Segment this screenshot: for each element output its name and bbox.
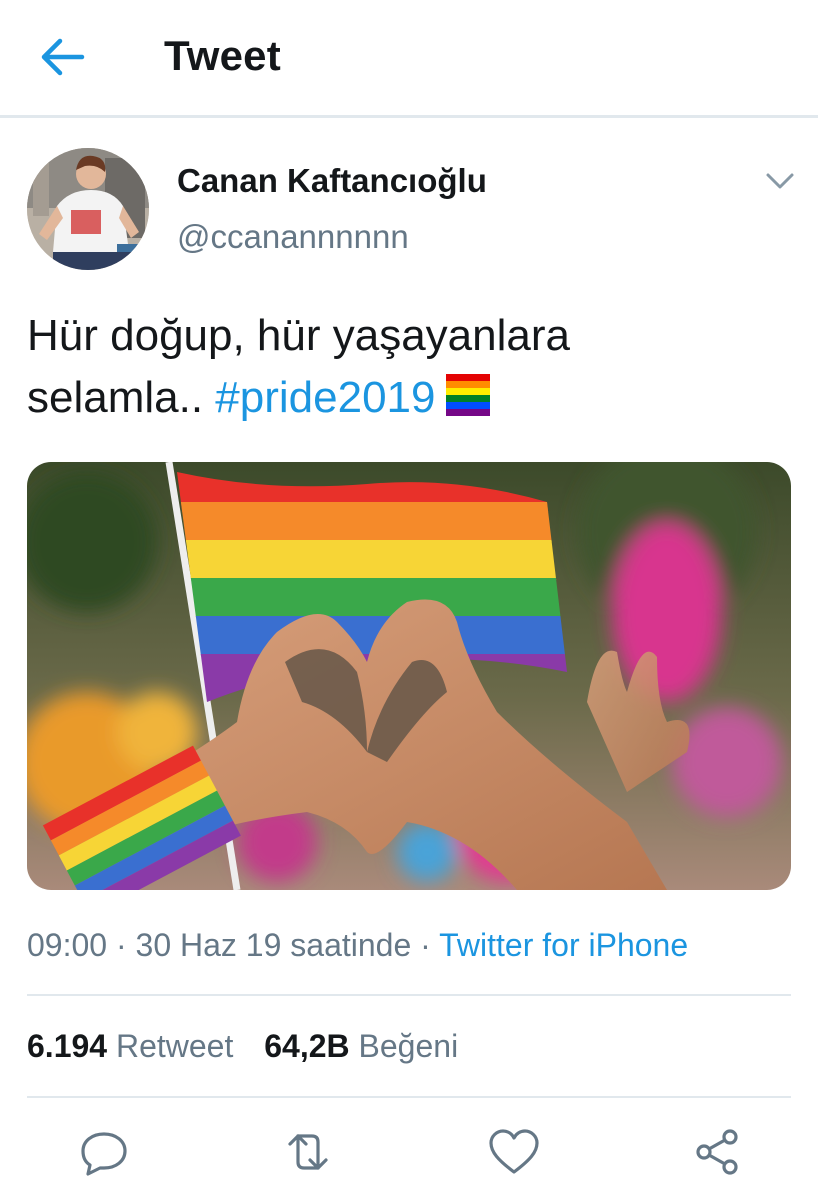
tweet-timestamp: 09:00 · 30 Haz 19 saatinde · bbox=[27, 927, 440, 963]
avatar[interactable] bbox=[27, 148, 149, 270]
retweets-count: 6.194 bbox=[27, 1028, 108, 1064]
divider bbox=[27, 994, 791, 996]
top-bar: Tweet bbox=[0, 0, 818, 118]
retweet-icon[interactable] bbox=[280, 1126, 336, 1178]
likes-label: Beğeni bbox=[358, 1028, 459, 1064]
reply-button[interactable] bbox=[76, 1126, 132, 1178]
page-title: Tweet bbox=[164, 32, 281, 79]
rainbow-flag-icon bbox=[445, 374, 490, 416]
hashtag-link[interactable]: #pride2019 bbox=[215, 373, 435, 422]
tweet-options-button[interactable] bbox=[760, 166, 800, 196]
author-display-name[interactable]: Canan Kaftancıoğlu bbox=[177, 162, 487, 200]
back-button[interactable] bbox=[38, 36, 86, 78]
pride-heart-hands-photo bbox=[27, 462, 791, 890]
share-button[interactable] bbox=[690, 1126, 746, 1178]
chevron-down-icon[interactable] bbox=[760, 166, 800, 196]
avatar-photo bbox=[27, 148, 149, 270]
author-handle: @ccanannnnnn bbox=[177, 218, 409, 255]
retweets-label: Retweet bbox=[115, 1028, 234, 1064]
divider bbox=[27, 1096, 791, 1098]
tweet-text: Hür doğup, hür yaşayanlara selamla.. #pr… bbox=[27, 305, 787, 429]
retweet-button[interactable] bbox=[280, 1126, 336, 1178]
likes-stat[interactable]: 64,2B Beğeni bbox=[264, 1028, 458, 1065]
share-icon[interactable] bbox=[690, 1126, 746, 1178]
tweet-text-line2: selamla.. bbox=[27, 373, 216, 422]
tweet-metadata: 09:00 · 30 Haz 19 saatinde · Twitter for… bbox=[27, 927, 688, 964]
arrow-left-icon[interactable] bbox=[38, 36, 86, 78]
reply-icon[interactable] bbox=[76, 1126, 132, 1178]
heart-icon[interactable] bbox=[486, 1126, 542, 1178]
tweet-text-line1: Hür doğup, hür yaşayanlara bbox=[27, 311, 570, 360]
likes-count: 64,2B bbox=[264, 1028, 350, 1064]
retweets-stat[interactable]: 6.194 Retweet bbox=[27, 1028, 233, 1065]
tweet-source-link[interactable]: Twitter for iPhone bbox=[439, 927, 688, 963]
tweet-stats: 6.194 Retweet 64,2B Beğeni bbox=[27, 1028, 480, 1065]
like-button[interactable] bbox=[486, 1126, 542, 1178]
tweet-photo[interactable] bbox=[27, 462, 791, 890]
